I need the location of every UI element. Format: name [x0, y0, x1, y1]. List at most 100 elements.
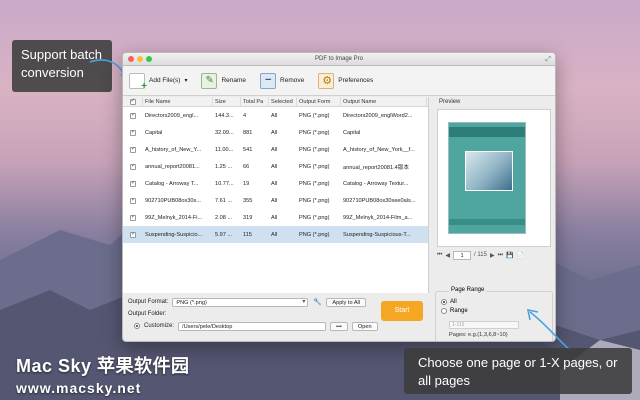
next-page-icon[interactable]: ▶ — [490, 252, 495, 259]
add-file-icon — [129, 72, 147, 92]
range-range-option[interactable]: Range — [441, 308, 468, 314]
customize-label: Customize: — [144, 323, 175, 329]
close-button[interactable] — [128, 56, 134, 62]
row-checkbox[interactable] — [130, 180, 136, 187]
row-checkbox-cell[interactable] — [123, 146, 143, 153]
table-row[interactable]: A_history_of_New_Y... 11.00... 541 All PNG (… — [123, 141, 428, 158]
column-header[interactable]: Size — [213, 97, 241, 106]
rename-button[interactable]: Rename — [201, 72, 246, 89]
table-row[interactable]: 99Z_Melnyk_2014-Fi... 2.08 ... 319 All PNG (… — [123, 209, 428, 226]
table-cell-total: 115 — [243, 231, 252, 238]
range-all-option[interactable]: All — [441, 299, 457, 305]
table-cell-name: Suspending-Suspicio... — [145, 231, 203, 238]
row-checkbox[interactable] — [130, 197, 136, 204]
row-checkbox[interactable] — [130, 146, 136, 153]
open-folder-button[interactable]: Open — [351, 321, 378, 331]
table-cell-name: 99Z_Melnyk_2014-Fi... — [145, 214, 203, 221]
browse-button[interactable]: ••• — [330, 321, 348, 331]
page-range-callout-text: Choose one page or 1-X pages, or all pag… — [418, 355, 618, 388]
previous-page-icon[interactable]: ◀ — [445, 252, 450, 259]
table-cell-format: PNG (*.png) — [299, 197, 330, 204]
preferences-button[interactable]: Preferences — [318, 72, 374, 89]
preferences-label: Preferences — [338, 77, 374, 84]
last-page-icon[interactable]: ⏭ — [498, 252, 503, 259]
watermark-line2: www.macsky.net — [16, 380, 142, 396]
row-checkbox-cell[interactable] — [123, 197, 143, 204]
column-header[interactable]: Output Form — [297, 97, 341, 106]
table-cell-selected: All — [271, 197, 278, 204]
select-all-checkbox-cell[interactable] — [123, 97, 143, 106]
row-checkbox[interactable] — [130, 231, 136, 238]
save-page-icon[interactable]: 💾 — [506, 252, 513, 259]
all-radio[interactable] — [441, 299, 447, 305]
thumbnail-photo — [465, 151, 513, 191]
row-checkbox-cell[interactable] — [123, 112, 143, 119]
start-button[interactable]: Start — [381, 301, 423, 321]
row-checkbox-cell[interactable] — [123, 180, 143, 187]
gear-icon — [318, 72, 335, 89]
row-checkbox[interactable] — [130, 129, 136, 136]
wrench-icon[interactable]: 🔧 — [312, 298, 322, 307]
add-files-button[interactable]: Add File(s) ▾ — [129, 72, 187, 92]
table-cell-total: 541 — [243, 146, 253, 153]
row-checkbox-cell[interactable] — [123, 214, 143, 221]
page-thumbnail — [448, 122, 526, 234]
table-row[interactable]: Capital 32.09... 881 All PNG (*.png) Capital — [123, 124, 428, 141]
table-row[interactable]: 902710PUB08ox30s... 7.61 ... 355 All PNG (*.… — [123, 192, 428, 209]
table-cell-size: 7.61 ... — [215, 197, 233, 204]
fullscreen-icon[interactable]: ⤢ — [545, 53, 551, 66]
table-cell-output: A_history_of_New_York__f... — [343, 146, 415, 153]
remove-button[interactable]: Remove — [260, 72, 304, 89]
page-total: / 115 — [474, 252, 487, 258]
range-label: Range — [450, 308, 468, 314]
row-checkbox[interactable] — [130, 112, 136, 119]
row-checkbox[interactable] — [130, 214, 136, 221]
table-cell-output: Suspending-Suspicious-T... — [343, 231, 411, 238]
column-header[interactable]: Selected — [269, 97, 297, 106]
table-cell-size: 11.00... — [215, 146, 234, 153]
table-cell-total: 881 — [243, 129, 253, 136]
page-navigator: ⏮ ◀ 1 / 115 ▶ ⏭ 💾 📄 — [437, 249, 551, 261]
title-bar: PDF to Image Pro ⤢ — [123, 53, 555, 66]
document-icon[interactable]: 📄 — [516, 252, 523, 259]
remove-icon — [260, 72, 277, 89]
table-row[interactable]: annual_report20081... 1.25 ... 66 All PNG (*… — [123, 158, 428, 175]
range-radio[interactable] — [441, 308, 447, 314]
page-number-input[interactable]: 1 — [453, 250, 472, 260]
table-cell-size: 5.97 ... — [215, 231, 233, 238]
file-panel: File Name Size Total Pa Selected Output … — [123, 97, 431, 341]
table-cell-selected: All — [271, 214, 278, 221]
row-checkbox-cell[interactable] — [123, 163, 143, 170]
table-cell-selected: All — [271, 112, 278, 119]
thumbnail-band — [449, 127, 525, 137]
first-page-icon[interactable]: ⏮ — [437, 252, 442, 259]
output-format-label: Output Format: — [128, 299, 169, 305]
apply-to-all-button[interactable]: Apply to All — [326, 297, 367, 307]
table-cell-total: 4 — [243, 112, 247, 119]
table-header: File Name Size Total Pa Selected Output … — [123, 97, 428, 107]
minimize-button[interactable] — [137, 56, 143, 62]
table-cell-format: PNG (*.png) — [299, 112, 330, 119]
range-input[interactable]: 1-115 — [449, 321, 519, 329]
range-hint: Pages: e.g.(1,3,6,8~10) — [449, 332, 508, 338]
column-header[interactable]: File Name — [143, 97, 213, 106]
table-row[interactable]: Suspending-Suspicio... 5.97 ... 115 All PNG … — [123, 226, 428, 243]
table-cell-name: annual_report20081... — [145, 163, 200, 170]
row-checkbox[interactable] — [130, 163, 136, 170]
table-row[interactable]: Catalog - Arroway T... 10.77... 19 All PNG (… — [123, 175, 428, 192]
preview-label: Preview — [439, 99, 461, 105]
table-cell-selected: All — [271, 163, 278, 170]
row-checkbox-cell[interactable] — [123, 129, 143, 136]
zoom-button[interactable] — [146, 56, 152, 62]
customize-radio[interactable] — [134, 323, 140, 329]
column-header[interactable]: Output Name — [341, 97, 427, 106]
table-row[interactable]: Directors2009_engl... 144.3... 4 All PNG (*.… — [123, 107, 428, 124]
output-format-select[interactable]: PNG (*.png) — [172, 297, 309, 307]
app-window: PDF to Image Pro ⤢ Add File(s) ▾ Rename … — [122, 52, 556, 342]
column-header[interactable]: Total Pa — [241, 97, 269, 106]
table-cell-format: PNG (*.png) — [299, 180, 330, 187]
output-path-field[interactable]: /Users/pele/Desktop — [178, 321, 327, 331]
row-checkbox-cell[interactable] — [123, 231, 143, 238]
table-cell-size: 1.25 ... — [215, 163, 233, 170]
select-all-checkbox[interactable] — [129, 97, 136, 105]
